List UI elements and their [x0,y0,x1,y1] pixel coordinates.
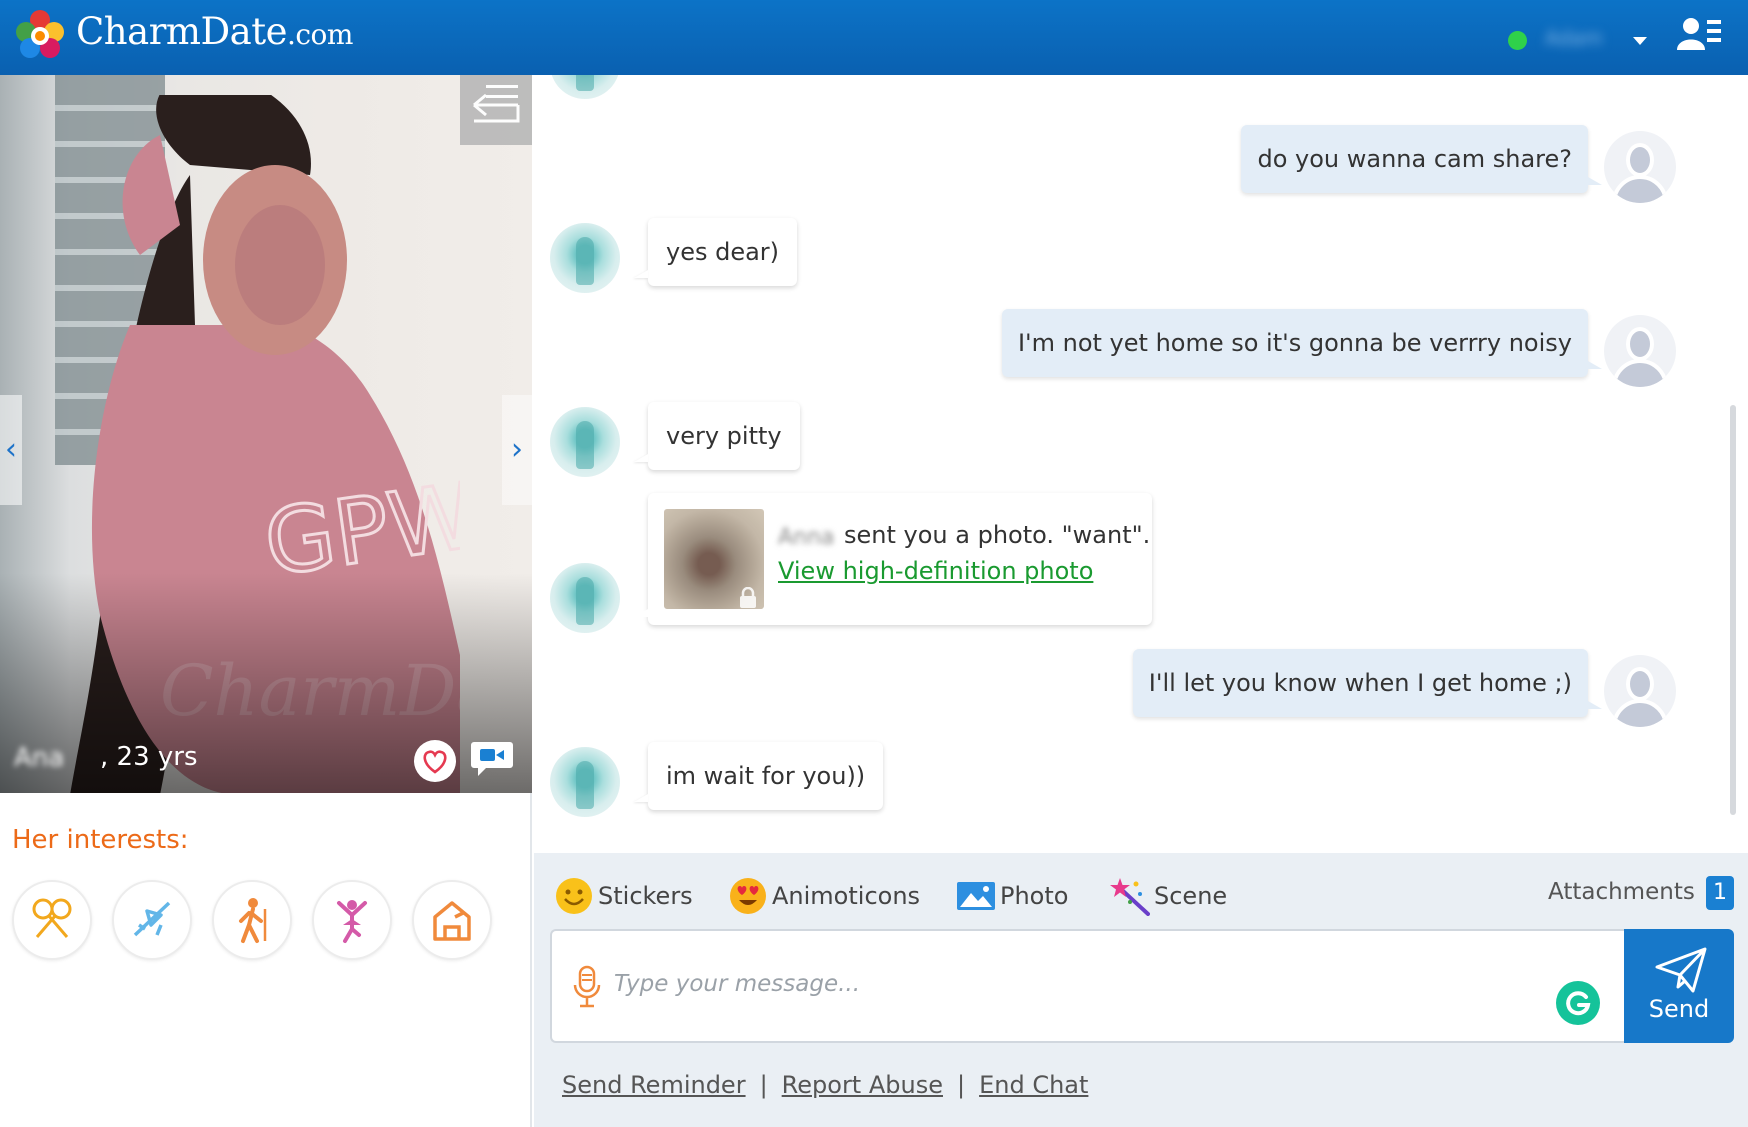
message-bubble-me: I'm not yet home so it's gonna be verrry… [1001,309,1603,377]
chat-scrollbar[interactable] [1730,405,1736,815]
photo-message-text: sent you a photo. "want". [844,521,1151,549]
message-bubble-her: very pitty [648,402,800,470]
my-avatar[interactable] [1604,655,1676,727]
photo-sender-name: Anna [778,525,835,550]
end-chat-link[interactable]: End Chat [979,1071,1088,1099]
her-avatar[interactable] [550,747,620,817]
scene-button[interactable]: Scene [1110,875,1227,917]
scene-label: Scene [1154,882,1228,910]
logo-main: CharmDate [76,10,287,53]
top-header: CharmDate.com Adam [0,0,1748,75]
animoticons-label: Animoticons [772,882,921,910]
link-separator: | [759,1071,768,1099]
photo-button[interactable]: Photo [956,875,1068,917]
panel-collapse-button[interactable] [460,75,532,145]
attachments-count-badge[interactable]: 1 [1706,876,1734,910]
my-avatar[interactable] [1604,315,1676,387]
her-avatar[interactable] [550,75,620,99]
her-avatar[interactable] [550,223,620,293]
photo-next-chevron-right-icon[interactable]: › [502,395,532,505]
profile-menu-icon[interactable] [1677,16,1721,52]
profile-panel: GPW CharmDate.com ‹ › Ana , 23 yrs Her [0,75,532,1127]
airplane-icon [133,901,171,937]
view-hd-photo-link[interactable]: View high-definition photo [778,557,1093,585]
animoticons-button[interactable]: Animoticons [728,875,920,917]
image-icon [957,882,995,910]
badminton-icon [32,898,72,938]
collapse-arrow-icon [473,85,520,123]
send-button[interactable]: Send [1624,929,1734,1043]
her-avatar[interactable] [550,407,620,477]
her-avatar[interactable] [550,563,620,633]
lock-icon [740,587,756,608]
microphone-icon[interactable] [572,965,602,1009]
my-avatar[interactable] [1604,131,1676,203]
message-bubble-her: im wait for you)) [648,742,884,810]
attachments-link[interactable]: Attachments [1548,879,1695,905]
report-abuse-link[interactable]: Report Abuse [782,1071,943,1099]
heart-eyes-icon [730,878,766,914]
photo-message: Anna sent you a photo. "want". View high… [634,493,1152,625]
magic-wand-icon [1110,878,1150,916]
message-bubble-me: I'll let you know when I get home ;) [1132,649,1603,717]
profile-name: Ana [14,743,65,773]
interests-title: Her interests: [12,825,189,855]
link-separator: | [956,1071,966,1099]
interest-hiking[interactable] [212,880,292,960]
dance-icon [337,900,367,943]
profile-photo[interactable]: GPW CharmDate.com ‹ › Ana , 23 yrs [0,75,532,793]
photo-label: Photo [1000,882,1069,910]
site-logo-text[interactable]: CharmDate.com [76,10,353,53]
message-bubble-me: do you wanna cam share? [1241,125,1602,193]
interest-pets[interactable] [412,880,492,960]
send-reminder-link[interactable]: Send Reminder [562,1071,746,1099]
profile-age: , 23 yrs [100,742,198,772]
stickers-label: Stickers [598,882,693,910]
message-input[interactable] [614,961,1474,1007]
favorite-heart-button[interactable] [414,740,456,782]
chat-message-list[interactable]: do you wanna cam share? yes dear) I'm no… [534,75,1748,853]
message-input-box [550,929,1624,1043]
send-label: Send [1648,995,1710,1023]
user-menu-chevron-down-icon[interactable] [1633,37,1647,45]
interest-travel[interactable] [112,880,192,960]
paper-plane-icon [1655,947,1707,993]
chat-footer-links: Send Reminder | Report Abuse | End Chat [562,1071,1088,1099]
charmdate-logo-icon[interactable] [14,6,66,64]
logo-domain: .com [286,18,354,51]
message-bubble-her: yes dear) [648,218,798,286]
hiking-icon [239,898,267,943]
photo-prev-chevron-left-icon[interactable]: ‹ [0,395,22,505]
user-name[interactable]: Adam [1545,26,1621,50]
smiley-icon [556,878,592,914]
message-composer: Stickers Animoticons Photo Scene Attachm… [534,853,1748,1127]
grammarly-icon[interactable] [1556,981,1600,1025]
video-chat-icon[interactable] [470,738,514,778]
heart-icon [423,750,447,774]
online-status-indicator [1508,31,1527,50]
interest-dance[interactable] [312,880,392,960]
stickers-button[interactable]: Stickers [554,875,693,917]
pet-dog-icon [433,901,471,941]
interest-badminton[interactable] [12,880,92,960]
